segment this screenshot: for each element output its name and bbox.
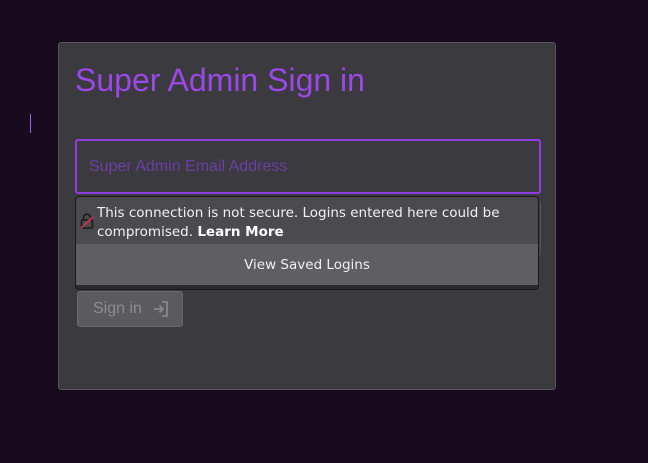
- text-caret: [30, 114, 31, 133]
- autofill-popup: This connection is not secure. Logins en…: [75, 196, 539, 290]
- view-saved-logins-label: View Saved Logins: [244, 257, 370, 273]
- warning-text: This connection is not secure. Logins en…: [97, 205, 500, 240]
- insecure-warning: This connection is not secure. Logins en…: [76, 197, 538, 245]
- sign-in-button[interactable]: Sign in: [77, 291, 183, 327]
- insecure-lock-icon: [80, 213, 94, 229]
- sign-in-arrow-icon: [152, 300, 170, 318]
- sign-in-label: Sign in: [93, 300, 142, 317]
- warning-message: This connection is not secure. Logins en…: [97, 204, 527, 242]
- page-title: Super Admin Sign in: [75, 62, 365, 98]
- learn-more-link[interactable]: Learn More: [197, 224, 283, 240]
- view-saved-logins-button[interactable]: View Saved Logins: [76, 245, 538, 285]
- email-field[interactable]: [75, 139, 541, 194]
